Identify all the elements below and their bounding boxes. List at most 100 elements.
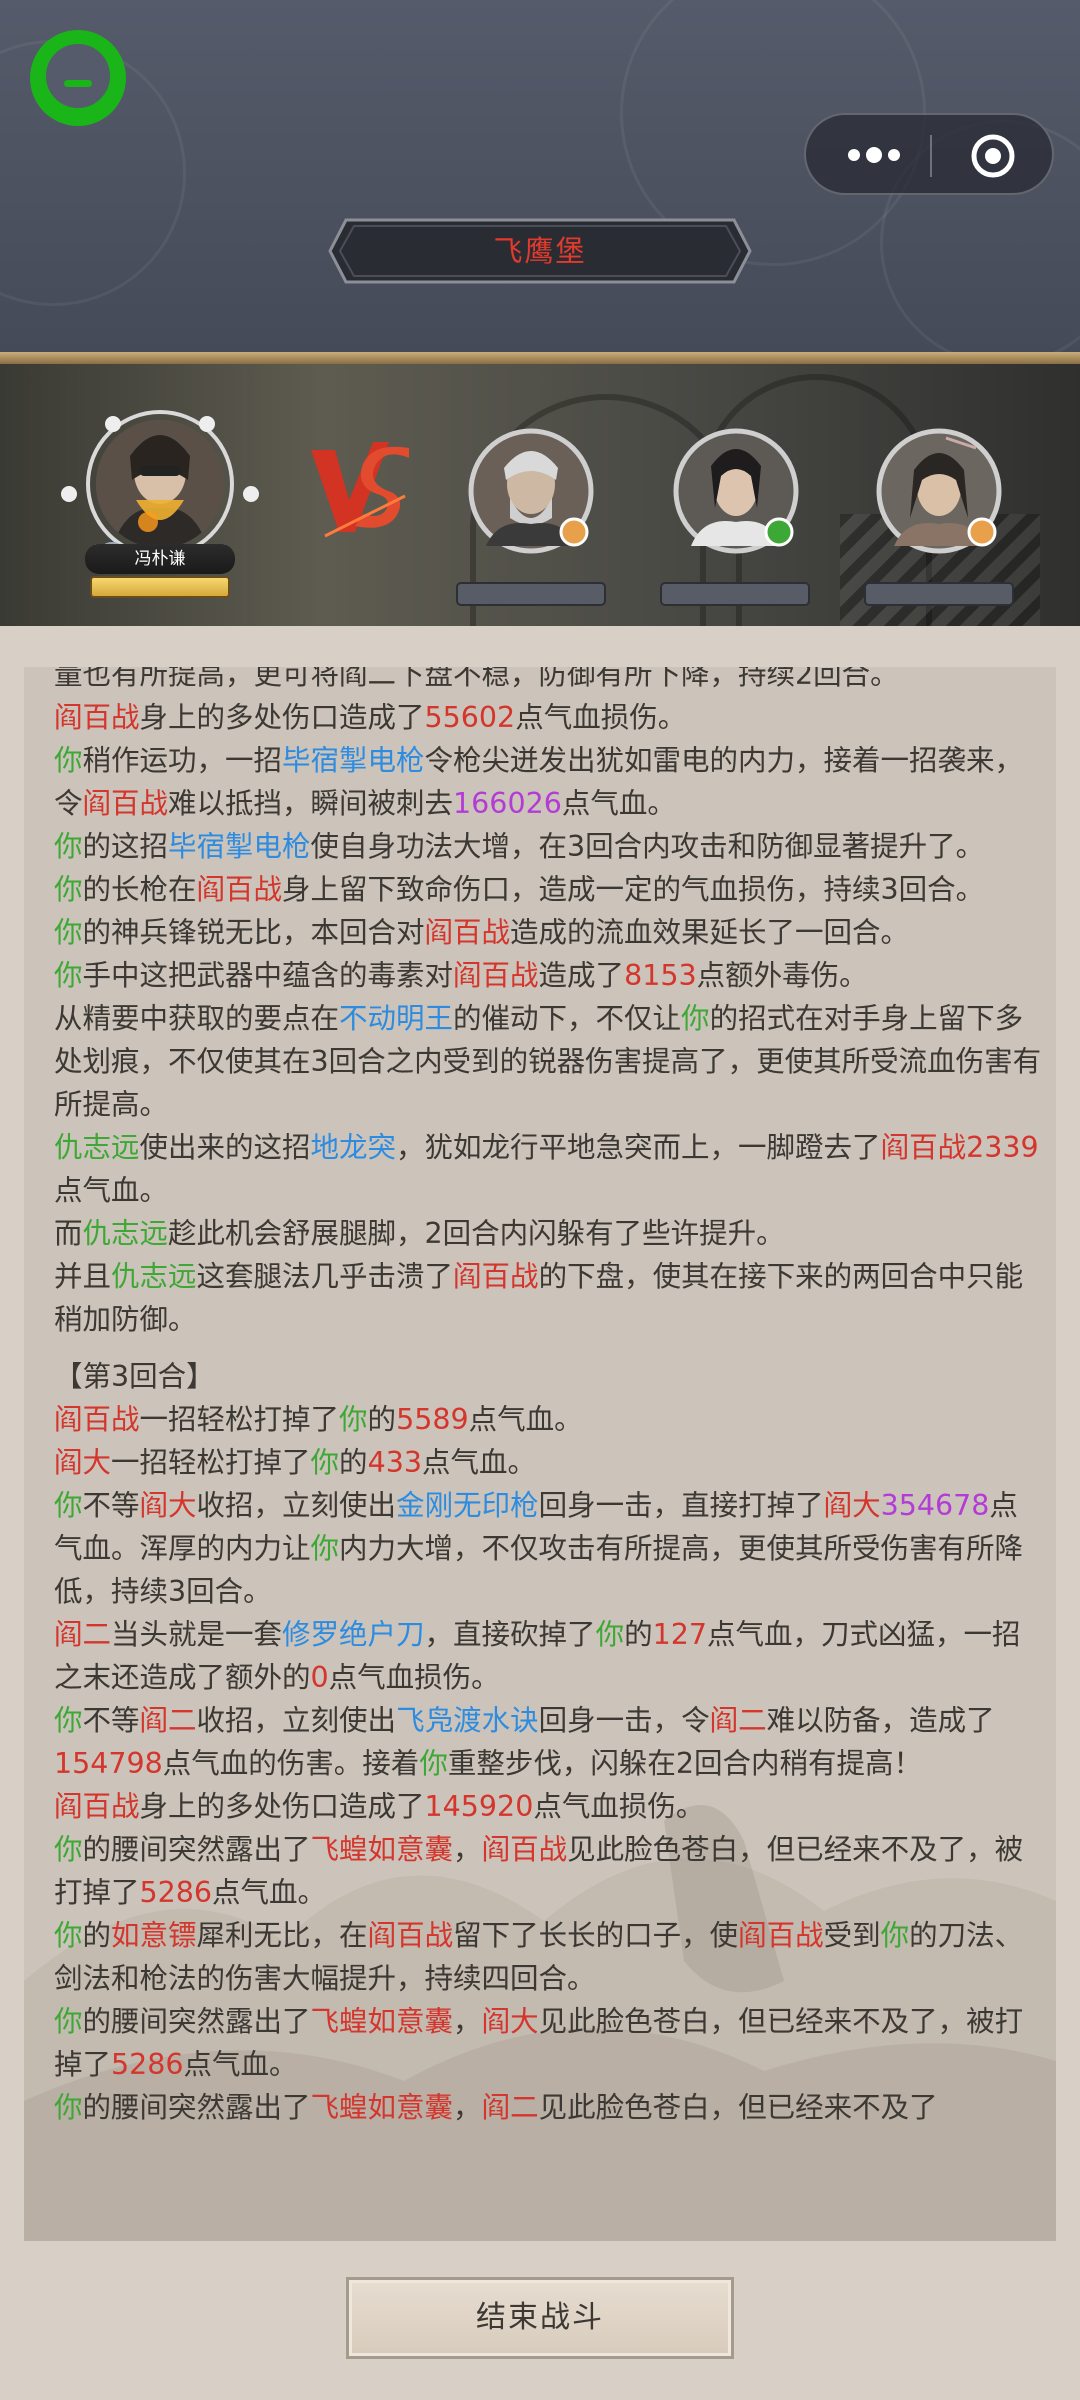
log-segment: 你 — [595, 1618, 625, 1651]
log-segment: 稍作运功，一招 — [82, 744, 283, 777]
enemy-portrait-3[interactable] — [876, 428, 1002, 554]
log-segment: 从精要中获取的要点在 — [54, 1002, 340, 1035]
log-line: 阎二当头就是一套修罗绝户刀，直接砍掉了你的127点气血，刀式凶猛，一招之末还造成… — [54, 1613, 1044, 1699]
enemy-portrait-1[interactable] — [468, 428, 594, 554]
log-segment: 0 — [310, 1661, 329, 1694]
log-segment: 阎大 — [54, 1446, 112, 1479]
log-segment: 阎百战 — [367, 1919, 454, 1952]
flame-badge-icon — [559, 517, 589, 547]
location-title: 飞鹰堡 — [493, 234, 587, 268]
log-segment: 你 — [54, 1833, 83, 1866]
versus-icon — [311, 442, 409, 538]
log-segment: 身上的多处伤口造成了 — [139, 1790, 425, 1823]
log-line: 你的腰间突然露出了飞蝗如意囊，阎大见此脸色苍白，但已经来不及了，被打掉了5286… — [54, 2000, 1044, 2086]
combat-log[interactable]: 量也有所提高，更可将阎二下盘不稳，防御有所下降，持续2回合。 阎百战身上的多处伤… — [24, 667, 1056, 2241]
log-segment: 趁此机会舒展腿脚，2回合内闪躲有了些许提升。 — [168, 1217, 785, 1250]
log-segment: 当头就是一套 — [111, 1618, 283, 1651]
log-segment: 阎百战 — [196, 873, 283, 906]
log-line: 阎百战一招轻松打掉了你的5589点气血。 — [54, 1398, 1044, 1441]
log-segment: 的这招 — [82, 830, 169, 863]
log-segment: 不等 — [82, 1704, 140, 1737]
log-segment: 点气血。 — [561, 787, 676, 820]
player-card[interactable]: 冯朴谦 — [55, 394, 265, 614]
log-segment: 阎百战 — [880, 1131, 967, 1164]
log-segment: 166026 — [453, 787, 562, 820]
log-segment: 飞蝗如意囊 — [310, 2091, 454, 2124]
log-segment: 【第3回合】 — [54, 1360, 215, 1393]
log-segment: 你 — [54, 1919, 83, 1952]
log-segment: 你 — [339, 1403, 368, 1436]
log-line: 你不等阎大收招，立刻使出金刚无印枪回身一击，直接打掉了阎大354678点气血。浑… — [54, 1484, 1044, 1613]
close-target-icon[interactable] — [970, 133, 1016, 179]
log-segment: 仇志远 — [82, 1217, 169, 1250]
battle-banner: 冯朴谦 — [0, 364, 1080, 626]
log-segment: 飞蝗如意囊 — [310, 2005, 454, 2038]
log-line: 并且仇志远这套腿法几乎击溃了阎百战的下盘，使其在接下来的两回合中只能稍加防御。 — [54, 1255, 1044, 1341]
log-segment: 造成的流血效果延长了一回合。 — [510, 916, 910, 949]
log-segment: ， — [453, 2091, 482, 2124]
log-segment: 的催动下，不仅让 — [453, 1002, 682, 1035]
log-segment: 127 — [652, 1618, 707, 1651]
log-segment: 8153 — [624, 959, 697, 992]
log-segment: 点气血损伤。 — [533, 1790, 705, 1823]
log-segment: 145920 — [424, 1790, 534, 1823]
log-segment: 点气血的伤害。接着 — [162, 1747, 420, 1780]
log-segment: 并且 — [54, 1260, 112, 1293]
log-line: 你手中这把武器中蕴含的毒素对阎百战造成了8153点额外毒伤。 — [54, 954, 1044, 997]
log-segment: 你 — [54, 830, 83, 863]
log-segment: 身上留下致命伤口，造成一定的气血损伤，持续3回合。 — [282, 873, 985, 906]
log-segment: 飞蝗如意囊 — [310, 1833, 454, 1866]
log-segment: 回身一击，令 — [538, 1704, 710, 1737]
log-segment: 点气血。 — [183, 2048, 298, 2081]
log-line-clipped: 量也有所提高，更可将阎二下盘不稳，防御有所下降，持续2回合。 — [54, 667, 899, 691]
player-hp-bar — [90, 576, 230, 598]
log-segment: 收招，立刻使出 — [196, 1489, 397, 1522]
log-segment: 阎百战 — [453, 1260, 539, 1293]
log-segment: 难以防备，造成了 — [766, 1704, 995, 1737]
log-line: 你的腰间突然露出了飞蝗如意囊，阎二见此脸色苍白，但已经来不及了 — [54, 2086, 1044, 2129]
log-segment: 的腰间突然露出了 — [82, 2091, 311, 2124]
log-segment: ， — [453, 1833, 482, 1866]
log-line: 你不等阎二收招，立刻使出飞凫渡水诀回身一击，令阎二难以防备，造成了154798点… — [54, 1699, 1044, 1785]
log-line: 仇志远使出来的这招地龙突，犹如龙行平地急突而上，一脚蹬去了阎百战2339 点气血。 — [54, 1126, 1044, 1212]
app-logo-icon[interactable] — [26, 26, 130, 130]
log-segment: 而 — [54, 1217, 83, 1250]
log-segment: 433 — [367, 1446, 422, 1479]
log-segment: 阎二 — [709, 1704, 767, 1737]
log-segment: 使出来的这招 — [139, 1131, 311, 1164]
log-segment: 的神兵锋锐无比，本回合对 — [82, 916, 425, 949]
log-segment: 毕宿掣电枪 — [282, 744, 425, 777]
log-line: 你的如意镖犀利无比，在阎百战留下了长长的口子，使阎百战受到你的刀法、剑法和枪法的… — [54, 1914, 1044, 2000]
log-line: 阎百战身上的多处伤口造成了145920点气血损伤。 — [54, 1785, 1044, 1828]
log-segment: 回身一击，直接打掉了 — [538, 1489, 824, 1522]
more-options-icon[interactable] — [844, 143, 904, 167]
log-segment: 身上的多处伤口造成了 — [139, 701, 425, 734]
log-segment: 阎百战 — [82, 787, 169, 820]
log-segment: 一招轻松打掉了 — [139, 1403, 340, 1436]
log-segment: 造成了 — [538, 959, 625, 992]
log-segment: 你 — [54, 2005, 83, 2038]
end-battle-button[interactable]: 结束战斗 — [346, 2277, 734, 2359]
combat-log-text: 量也有所提高，更可将阎二下盘不稳，防御有所下降，持续2回合。 阎百战身上的多处伤… — [54, 667, 1044, 2129]
log-segment: 你 — [310, 1532, 340, 1565]
log-line: 阎百战身上的多处伤口造成了55602点气血损伤。 — [54, 696, 1044, 739]
log-segment: 的 — [367, 1403, 397, 1436]
log-segment: 阎百战 — [424, 916, 511, 949]
log-segment: 不等 — [82, 1489, 140, 1522]
log-segment: 飞凫渡水诀 — [396, 1704, 539, 1737]
log-segment: 阎百战 — [54, 1790, 140, 1823]
log-segment: 犀利无比，在 — [196, 1919, 368, 1952]
enemy-hp-bar-1 — [456, 582, 606, 606]
log-segment: 你 — [681, 1002, 710, 1035]
player-name: 冯朴谦 — [85, 544, 235, 574]
log-line: 你稍作运功，一招毕宿掣电枪令枪尖迸发出犹如雷电的内力，接着一招袭来，令阎百战难以… — [54, 739, 1044, 825]
log-segment: 点气血损伤。 — [328, 1661, 500, 1694]
enemy-portrait-2[interactable] — [673, 428, 799, 554]
log-segment: 阎百战 — [453, 959, 539, 992]
enemy-hp-bar-2 — [660, 582, 810, 606]
log-segment: 阎百战 — [738, 1919, 824, 1952]
log-segment: 阎百战 — [54, 1403, 140, 1436]
log-segment: 5286 — [111, 2048, 184, 2081]
player-portrait — [96, 420, 224, 548]
log-segment: 5589 — [396, 1403, 469, 1436]
